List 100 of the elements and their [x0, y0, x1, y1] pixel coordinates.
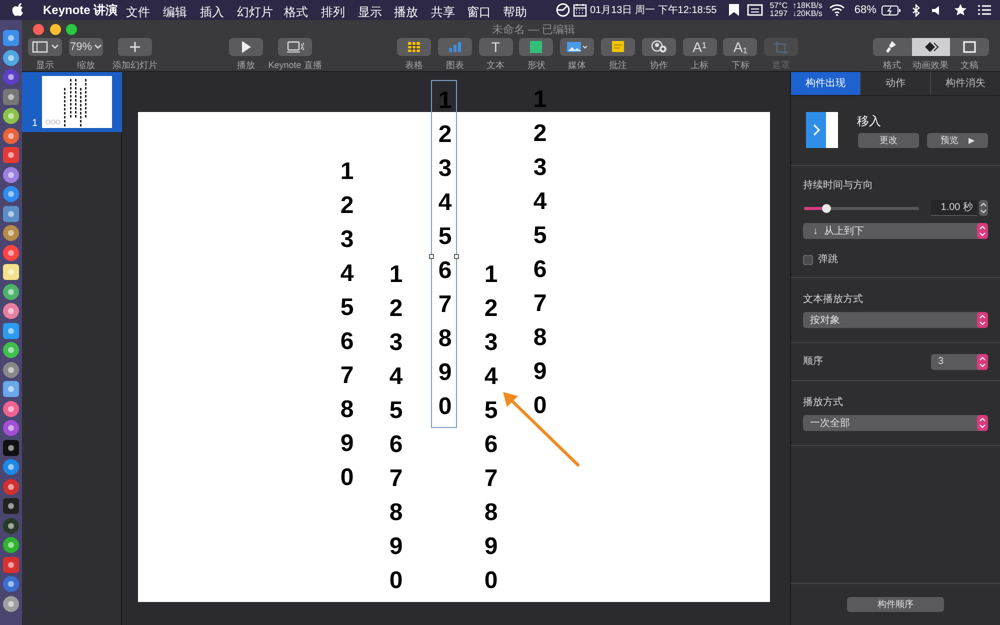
toolbar-label: 添加幻灯片	[112, 59, 158, 72]
app-icon[interactable]	[3, 478, 19, 494]
text-button[interactable]: T	[478, 38, 513, 56]
slide-thumbnail-row[interactable]: 1	[22, 72, 122, 132]
app-icon[interactable]	[3, 440, 19, 456]
build-order-button[interactable]: 构件顺序	[847, 597, 944, 612]
app-icon[interactable]	[3, 420, 19, 436]
app-icon[interactable]	[3, 342, 19, 358]
bookmark-icon[interactable]	[728, 3, 740, 17]
stepper-icon	[977, 354, 988, 370]
app-icon[interactable]	[3, 88, 19, 104]
view-button[interactable]	[28, 38, 62, 56]
live-button[interactable]	[278, 38, 312, 56]
add-button[interactable]	[118, 38, 152, 56]
clock-text[interactable]: 01月13日 周一 下午12:18:55	[590, 2, 717, 18]
zoom-button[interactable]	[66, 24, 77, 35]
menu-item[interactable]: 插入	[200, 3, 224, 21]
app-icon[interactable]	[3, 303, 19, 319]
resize-handle[interactable]	[454, 254, 459, 259]
app-icon[interactable]	[3, 206, 19, 222]
panel-tab[interactable]: 构件出现	[791, 72, 860, 95]
delivery-dropdown[interactable]: 一次全部	[803, 415, 988, 431]
display-icon[interactable]	[746, 4, 763, 16]
minimize-button[interactable]	[50, 24, 61, 35]
app-icon[interactable]	[3, 381, 19, 397]
section-label: 播放方式	[803, 396, 844, 410]
app-icon[interactable]	[3, 166, 19, 182]
menu-item[interactable]: 文件	[126, 3, 150, 21]
menu-item[interactable]: 排列	[321, 3, 345, 21]
app-icon[interactable]	[3, 69, 19, 85]
menu-item[interactable]: 格式	[284, 3, 308, 21]
app-icon[interactable]	[3, 498, 19, 514]
section-label: 持续时间与方向	[803, 178, 874, 193]
menu-item[interactable]: 播放	[394, 3, 418, 21]
media-button[interactable]	[560, 38, 594, 56]
duration-field[interactable]: 1.00 秒	[931, 200, 977, 216]
app-icon[interactable]	[3, 244, 19, 260]
section-label: 顺序	[803, 354, 824, 369]
order-stepper[interactable]: 3	[931, 354, 988, 370]
bluetooth-icon[interactable]	[912, 4, 920, 16]
superscript-button[interactable]: A¹	[682, 38, 717, 56]
text-delivery-dropdown[interactable]: 按对象	[803, 312, 988, 328]
apple-icon[interactable]	[12, 3, 24, 17]
app-icon[interactable]	[3, 322, 19, 338]
direction-dropdown[interactable]: ↓ 从上到下	[803, 223, 988, 239]
stepper-icon	[977, 312, 988, 328]
star-icon[interactable]	[954, 4, 968, 16]
menu-item[interactable]: 编辑	[163, 3, 187, 21]
app-icon[interactable]	[3, 50, 19, 66]
subscript-button[interactable]: A₁	[723, 38, 758, 56]
app-icon[interactable]	[3, 362, 19, 378]
slider-thumb[interactable]	[822, 204, 831, 212]
app-icon[interactable]	[3, 556, 19, 572]
app-icon[interactable]	[3, 576, 19, 592]
menu-item[interactable]: 帮助	[503, 3, 527, 21]
app-icon[interactable]	[3, 537, 19, 553]
zoom-button[interactable]: 79%	[69, 38, 103, 56]
chart-button[interactable]	[438, 38, 472, 56]
app-icon[interactable]	[3, 186, 19, 202]
app-icon[interactable]	[3, 147, 19, 163]
shape-button[interactable]	[519, 38, 554, 56]
calendar-icon[interactable]	[573, 3, 587, 17]
menu-item[interactable]: 显示	[358, 3, 382, 21]
toolbar-label: 动画效果	[912, 59, 949, 72]
stepper-icon	[977, 415, 988, 431]
inspector-tab[interactable]	[912, 38, 950, 56]
comment-button[interactable]	[601, 38, 635, 56]
app-icon[interactable]	[3, 400, 19, 416]
app-icon[interactable]	[3, 108, 19, 124]
app-icon[interactable]	[3, 596, 19, 612]
table-button[interactable]	[397, 38, 431, 56]
app-icon[interactable]	[3, 225, 19, 241]
diamond-icon	[922, 40, 940, 54]
close-button[interactable]	[33, 24, 44, 35]
app-icon[interactable]	[3, 128, 19, 144]
app-icon[interactable]	[3, 518, 19, 534]
play-button[interactable]	[229, 38, 263, 56]
menu-item[interactable]: 共享	[431, 3, 455, 21]
wifi-icon[interactable]	[829, 4, 846, 16]
preview-button[interactable]: 预览 ▶	[927, 133, 988, 148]
collaborate-button[interactable]	[642, 38, 676, 56]
app-icon[interactable]	[3, 264, 19, 280]
checkbox[interactable]	[803, 254, 813, 264]
app-icon[interactable]	[3, 459, 19, 475]
panel-tab[interactable]: 构件消失	[930, 72, 1000, 95]
app-menu[interactable]: Keynote 讲演	[43, 1, 118, 19]
stepper-icon	[977, 223, 988, 239]
menu-item[interactable]: 幻灯片	[237, 3, 273, 21]
slider-track[interactable]	[804, 206, 919, 210]
list-icon[interactable]	[978, 4, 992, 16]
resize-handle[interactable]	[429, 254, 434, 259]
app-icon[interactable]	[3, 284, 19, 300]
panel-tab[interactable]: 动作	[860, 72, 930, 95]
toolbar-label: 上标	[690, 59, 709, 72]
change-button[interactable]: 更改	[858, 133, 919, 148]
clock-icon[interactable]	[556, 3, 570, 17]
menu-item[interactable]: 窗口	[467, 3, 491, 21]
app-icon[interactable]	[3, 30, 19, 46]
volume-icon[interactable]	[931, 4, 942, 16]
battery-icon[interactable]	[881, 4, 902, 16]
